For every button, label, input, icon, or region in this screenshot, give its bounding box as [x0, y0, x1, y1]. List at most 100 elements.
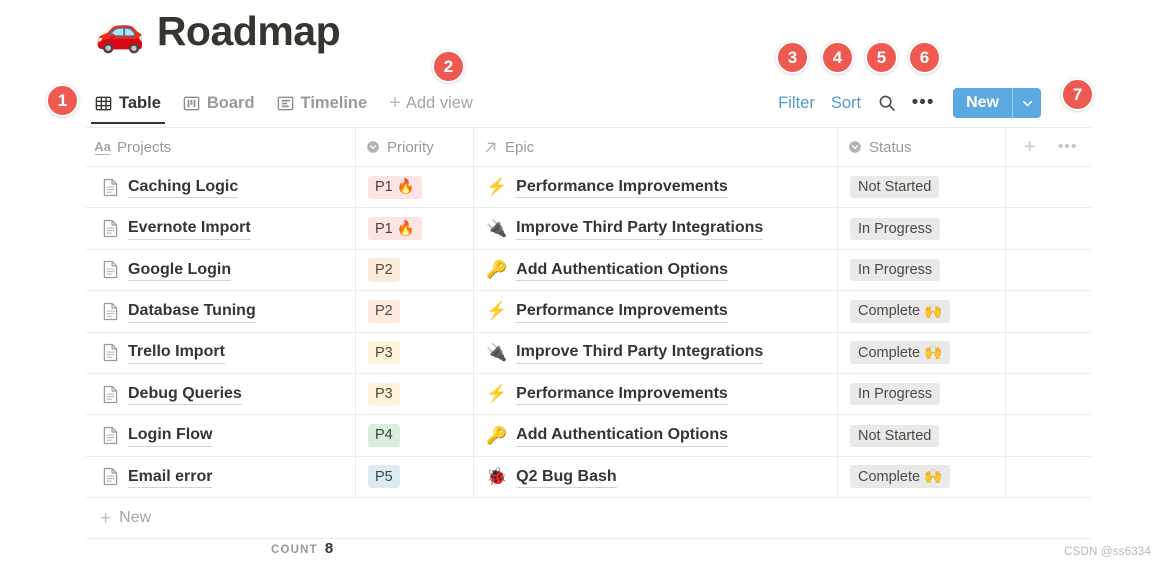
- page-document-icon: [102, 302, 119, 321]
- project-name[interactable]: Database Tuning: [128, 300, 256, 323]
- project-name[interactable]: Email error: [128, 466, 213, 489]
- project-name[interactable]: Caching Logic: [128, 176, 239, 199]
- table-footer: COUNT 8: [86, 540, 1091, 557]
- epic-emoji-icon: 🔌: [486, 218, 508, 238]
- priority-label: P3: [375, 344, 393, 361]
- status-label: Not Started: [858, 179, 932, 196]
- epic-name[interactable]: Improve Third Party Integrations: [516, 341, 764, 365]
- project-name[interactable]: Evernote Import: [128, 217, 251, 240]
- cell-priority[interactable]: P1 🔥: [356, 208, 474, 249]
- cell-project[interactable]: Trello Import: [86, 332, 356, 373]
- epic-name[interactable]: Performance Improvements: [516, 176, 728, 199]
- cell-spacer: [1006, 208, 1091, 248]
- select-circle-icon: [847, 140, 862, 155]
- table-row[interactable]: Trello Import P3 🔌 Improve Third Party Inte…: [86, 332, 1091, 374]
- page-document-icon: [102, 385, 119, 404]
- status-label: In Progress: [858, 386, 933, 403]
- project-name[interactable]: Debug Queries: [128, 383, 242, 406]
- car-icon: 🚗: [95, 9, 145, 54]
- cell-priority[interactable]: P1 🔥: [356, 167, 474, 208]
- cell-status[interactable]: In Progress: [838, 208, 1006, 249]
- status-label: Complete: [858, 303, 921, 320]
- table-row[interactable]: Google Login P2 🔑 Add Authentication Option…: [86, 249, 1091, 292]
- cell-priority[interactable]: P4: [356, 415, 474, 456]
- status-badge: In Progress: [850, 217, 941, 240]
- cell-status[interactable]: In Progress: [838, 373, 1006, 415]
- cell-project[interactable]: Database Tuning: [86, 291, 356, 332]
- cell-priority[interactable]: P3: [356, 373, 474, 415]
- status-label: In Progress: [858, 261, 933, 278]
- priority-badge: P1 🔥: [368, 175, 422, 199]
- cell-status[interactable]: Complete 🙌: [838, 291, 1006, 332]
- page-document-icon: [102, 260, 119, 279]
- epic-emoji-icon: ⚡: [486, 384, 508, 404]
- column-header-projects[interactable]: Aa Projects: [86, 128, 356, 166]
- project-name[interactable]: Login Flow: [128, 424, 213, 447]
- tab-timeline[interactable]: Timeline: [277, 86, 368, 120]
- table-row[interactable]: Debug Queries P3 ⚡ Performance Improvements…: [86, 373, 1091, 416]
- page-title-text: Roadmap: [156, 8, 341, 54]
- new-button[interactable]: New: [953, 88, 1041, 118]
- cell-project[interactable]: Email error: [86, 456, 356, 498]
- project-name[interactable]: Google Login: [128, 259, 232, 282]
- add-row-button[interactable]: + New: [86, 498, 1091, 540]
- table-row[interactable]: Database Tuning P2 ⚡ Performance Improvemen…: [86, 291, 1091, 333]
- cell-project[interactable]: Debug Queries: [86, 373, 356, 415]
- epic-name[interactable]: Performance Improvements: [516, 383, 728, 406]
- sort-button[interactable]: Sort: [831, 94, 861, 113]
- table-row[interactable]: Evernote Import P1 🔥 🔌 Improve Third Party I…: [86, 208, 1091, 250]
- count-value[interactable]: 8: [325, 540, 333, 557]
- cell-status[interactable]: Not Started: [838, 415, 1006, 456]
- epic-name[interactable]: Add Authentication Options: [516, 259, 728, 282]
- epic-name[interactable]: Improve Third Party Integrations: [516, 217, 764, 240]
- column-header-priority[interactable]: Priority: [356, 128, 474, 166]
- cell-project[interactable]: Google Login: [86, 249, 356, 291]
- status-badge: Not Started: [850, 424, 940, 447]
- column-header-status[interactable]: Status: [838, 128, 1006, 166]
- more-options-icon[interactable]: •••: [912, 93, 934, 113]
- epic-name[interactable]: Q2 Bug Bash: [516, 466, 617, 489]
- cell-epic[interactable]: 🔌 Improve Third Party Integrations: [474, 208, 838, 249]
- cell-priority[interactable]: P2: [356, 291, 474, 332]
- cell-priority[interactable]: P2: [356, 249, 474, 291]
- cell-project[interactable]: Login Flow: [86, 415, 356, 456]
- cell-epic[interactable]: ⚡ Performance Improvements: [474, 167, 838, 208]
- tab-timeline-label: Timeline: [300, 93, 368, 112]
- chevron-down-icon[interactable]: [1013, 88, 1041, 118]
- cell-project[interactable]: Evernote Import: [86, 208, 356, 249]
- cell-epic[interactable]: ⚡ Performance Improvements: [474, 373, 838, 415]
- cell-status[interactable]: Not Started: [838, 167, 1006, 208]
- cell-status[interactable]: Complete 🙌: [838, 332, 1006, 373]
- cell-spacer: [1006, 415, 1091, 455]
- column-options-ellipsis-icon[interactable]: •••: [1058, 139, 1078, 154]
- column-header-priority-label: Priority: [387, 138, 434, 156]
- add-column-icon[interactable]: +: [1024, 137, 1036, 157]
- cell-priority[interactable]: P5: [356, 456, 474, 498]
- add-view-button[interactable]: + Add view: [389, 93, 473, 113]
- table-row[interactable]: Email error P5 🐞 Q2 Bug Bash Complete 🙌: [86, 456, 1091, 499]
- epic-name[interactable]: Performance Improvements: [516, 300, 728, 323]
- page-document-icon: [102, 426, 119, 445]
- new-button-label: New: [966, 94, 999, 111]
- tab-table-label: Table: [119, 93, 161, 112]
- search-icon[interactable]: [877, 93, 897, 113]
- table-row[interactable]: Caching Logic P1 🔥 ⚡ Performance Improvement…: [86, 167, 1091, 209]
- epic-emoji-icon: 🐞: [486, 466, 508, 486]
- column-header-epic[interactable]: Epic: [474, 128, 838, 166]
- cell-spacer: [1006, 250, 1091, 290]
- filter-button[interactable]: Filter: [778, 94, 815, 113]
- cell-epic[interactable]: 🔌 Improve Third Party Integrations: [474, 332, 838, 373]
- cell-project[interactable]: Caching Logic: [86, 167, 356, 208]
- cell-status[interactable]: In Progress: [838, 249, 1006, 291]
- cell-priority[interactable]: P3: [356, 332, 474, 373]
- cell-epic[interactable]: 🔑 Add Authentication Options: [474, 415, 838, 456]
- cell-epic[interactable]: ⚡ Performance Improvements: [474, 291, 838, 332]
- epic-name[interactable]: Add Authentication Options: [516, 424, 728, 447]
- cell-epic[interactable]: 🐞 Q2 Bug Bash: [474, 456, 838, 498]
- project-name[interactable]: Trello Import: [128, 341, 225, 365]
- tab-table[interactable]: Table: [91, 86, 165, 124]
- tab-board[interactable]: Board: [183, 86, 255, 120]
- cell-status[interactable]: Complete 🙌: [838, 456, 1006, 498]
- table-row[interactable]: Login Flow P4 🔑 Add Authentication Options N…: [86, 415, 1091, 457]
- cell-epic[interactable]: 🔑 Add Authentication Options: [474, 249, 838, 291]
